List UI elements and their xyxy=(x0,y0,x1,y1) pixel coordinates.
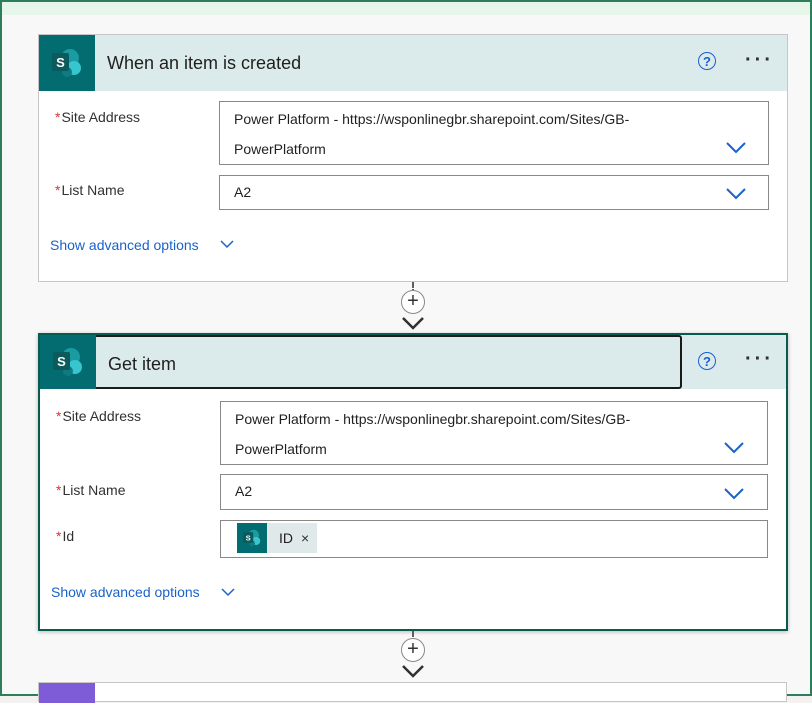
id-input[interactable]: S ID × xyxy=(220,520,768,558)
chevron-down-icon[interactable] xyxy=(724,442,744,454)
show-advanced-options-link[interactable]: Show advanced options xyxy=(51,584,200,600)
trigger-card[interactable]: S When an item is created ? ··· *Site Ad… xyxy=(38,34,788,282)
site-address-value-line2: PowerPlatform xyxy=(234,141,326,157)
sharepoint-letter: S xyxy=(56,55,65,70)
required-asterisk: * xyxy=(55,109,61,125)
required-asterisk: * xyxy=(55,182,61,198)
sharepoint-icon: S xyxy=(40,335,96,389)
help-icon[interactable]: ? xyxy=(698,352,716,370)
trigger-card-header[interactable]: S When an item is created ? ··· xyxy=(39,35,787,91)
required-asterisk: * xyxy=(56,528,62,544)
get-item-card-header[interactable]: S Get item ? ··· xyxy=(40,335,786,389)
sharepoint-letter: S xyxy=(246,533,251,542)
list-name-value: A2 xyxy=(235,483,253,499)
sharepoint-letter: S xyxy=(57,354,66,369)
list-name-label: *List Name xyxy=(55,182,125,198)
trigger-title: When an item is created xyxy=(107,53,302,73)
required-asterisk: * xyxy=(56,408,62,424)
required-asterisk: * xyxy=(56,482,62,498)
list-name-label: *List Name xyxy=(56,482,126,498)
list-name-value: A2 xyxy=(234,184,252,200)
chevron-down-icon[interactable] xyxy=(220,240,234,249)
more-options-icon[interactable]: ··· xyxy=(745,348,774,371)
dynamic-content-token[interactable]: S ID × xyxy=(237,523,318,553)
canvas-top-band xyxy=(2,2,810,15)
list-name-dropdown[interactable]: A2 xyxy=(219,175,769,210)
site-address-value-line1: Power Platform - https://wsponlinegbr.sh… xyxy=(235,411,631,427)
list-name-dropdown[interactable]: A2 xyxy=(220,474,768,510)
chevron-down-icon[interactable] xyxy=(726,188,746,200)
arrow-down-icon xyxy=(402,317,424,330)
insert-step-button[interactable]: + xyxy=(401,290,425,314)
show-advanced-options-link[interactable]: Show advanced options xyxy=(50,237,199,253)
connector-icon xyxy=(39,683,95,703)
get-item-title: Get item xyxy=(108,354,177,374)
help-icon[interactable]: ? xyxy=(698,52,716,70)
id-label: *Id xyxy=(56,528,75,544)
arrow-down-icon xyxy=(402,665,424,678)
site-address-value-line1: Power Platform - https://wsponlinegbr.sh… xyxy=(234,111,630,127)
chevron-down-icon[interactable] xyxy=(221,588,235,597)
remove-token-icon[interactable]: × xyxy=(301,530,309,546)
site-address-label: *Site Address xyxy=(55,109,141,125)
site-address-dropdown[interactable]: Power Platform - https://wsponlinegbr.sh… xyxy=(219,101,769,165)
insert-step-button[interactable]: + xyxy=(401,638,425,662)
next-step-card[interactable] xyxy=(38,682,787,703)
get-item-card[interactable]: S Get item ? ··· *Site Address Power Pla… xyxy=(38,333,788,631)
chevron-down-icon[interactable] xyxy=(724,488,744,500)
token-label: ID xyxy=(279,530,293,546)
chevron-down-icon[interactable] xyxy=(726,142,746,154)
site-address-value-line2: PowerPlatform xyxy=(235,441,327,457)
site-address-dropdown[interactable]: Power Platform - https://wsponlinegbr.sh… xyxy=(220,401,768,465)
site-address-label: *Site Address xyxy=(56,408,142,424)
more-options-icon[interactable]: ··· xyxy=(745,49,774,72)
sharepoint-icon: S xyxy=(39,35,95,91)
sharepoint-icon: S xyxy=(237,523,267,553)
